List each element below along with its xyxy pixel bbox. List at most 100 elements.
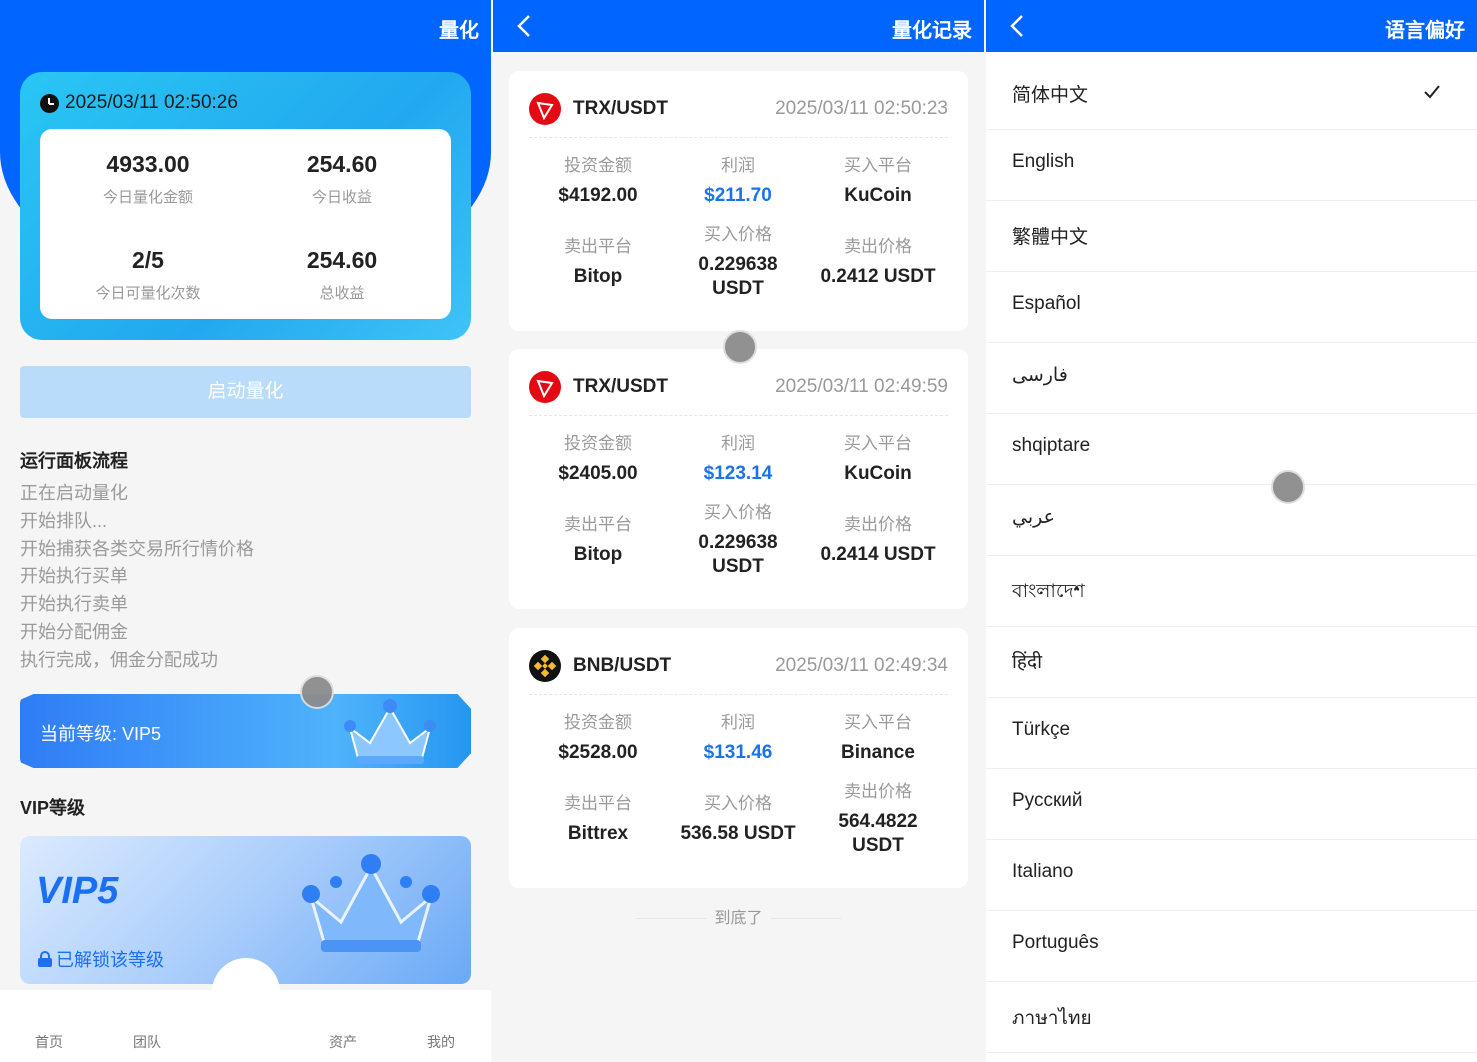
current-level-banner[interactable]: 当前等级: VIP5: [20, 694, 471, 768]
buy-platform-value: KuCoin: [844, 463, 912, 484]
language-item[interactable]: فارسی: [986, 343, 1477, 414]
invest-value: $2405.00: [558, 463, 638, 484]
sell-price-value: 564.4822 USDT: [838, 811, 918, 856]
buy-price-cell: 买入价格 0.229638 USDT: [678, 498, 798, 579]
record-time: 2025/03/11 02:49:34: [775, 655, 948, 676]
language-name: Русский: [1012, 790, 1083, 811]
buy-price-cell: 买入价格 0.229638 USDT: [678, 220, 798, 301]
record-pair: TRX/USDT: [573, 98, 668, 119]
sell-price-cell: 卖出价格 0.2412 USDT: [803, 232, 953, 289]
flow-step: 开始执行买单: [20, 566, 128, 587]
buy-price-cell: 买入价格 536.58 USDT: [663, 789, 813, 846]
sell-price-label: 卖出价格: [844, 515, 912, 534]
header: 语言偏好: [986, 0, 1477, 52]
bnb-icon: [529, 650, 561, 682]
invest-cell: 投资金额 $4192.00: [523, 151, 673, 208]
record-header: TRX/USDT 2025/03/11 02:49:59: [529, 371, 948, 403]
language-item[interactable]: English: [986, 130, 1477, 201]
sell-platform-cell: 卖出平台 Bittrex: [523, 789, 673, 846]
divider: [529, 694, 948, 695]
language-item[interactable]: Русский: [986, 769, 1477, 840]
current-level-text: 当前等级: VIP5: [40, 724, 162, 744]
language-item[interactable]: 繁體中文: [986, 201, 1477, 272]
buy-platform-label: 买入平台: [844, 156, 912, 175]
stats-panel: 4933.00 今日量化金额 254.60 今日收益 2/5 今日可量化次数 2…: [40, 129, 451, 319]
language-name: ภาษาไทย: [1012, 1008, 1092, 1029]
list-end-text: 到底了: [493, 904, 984, 928]
flow-title: 运行面板流程: [20, 451, 128, 471]
language-name: فارسی: [1012, 365, 1068, 386]
end-label: 到底了: [714, 910, 763, 927]
header: 量化记录: [493, 0, 984, 52]
sell-platform-label: 卖出平台: [564, 794, 632, 813]
touch-indicator: [723, 330, 757, 364]
buy-platform-label: 买入平台: [844, 713, 912, 732]
sell-platform-value: Bitop: [573, 544, 623, 565]
back-arrow-icon[interactable]: [1006, 12, 1030, 40]
header: 量化: [0, 0, 491, 52]
tab-team[interactable]: 团队: [117, 1032, 177, 1052]
language-item[interactable]: shqiptare: [986, 414, 1477, 485]
language-item[interactable]: 简体中文: [986, 59, 1477, 130]
center-tab-button[interactable]: [212, 958, 280, 1026]
tab-assets[interactable]: 资产: [313, 1032, 373, 1052]
language-name: Italiano: [1012, 861, 1074, 882]
sell-price-label: 卖出价格: [844, 782, 912, 801]
profit-label: 利润: [721, 434, 755, 453]
buy-price-label: 买入价格: [704, 503, 772, 522]
flow-step: 开始分配佣金: [20, 621, 128, 642]
language-item[interactable]: বাংলাদেশ: [986, 556, 1477, 627]
sell-price-cell: 卖出价格 0.2414 USDT: [803, 510, 953, 567]
stat-label: 总收益: [319, 285, 365, 302]
invest-value: $4192.00: [558, 185, 638, 206]
tab-home[interactable]: 首页: [19, 1032, 79, 1052]
sell-platform-cell: 卖出平台 Bitop: [523, 510, 673, 567]
page-title: 量化记录: [892, 20, 972, 42]
check-icon: [1424, 85, 1440, 99]
language-item[interactable]: हिंदी: [986, 627, 1477, 698]
language-item[interactable]: Italiano: [986, 840, 1477, 911]
sell-price-label: 卖出价格: [844, 237, 912, 256]
language-item[interactable]: ภาษาไทย: [986, 982, 1477, 1053]
buy-price-label: 买入价格: [704, 225, 772, 244]
tron-icon: [529, 371, 561, 403]
record-time: 2025/03/11 02:50:23: [775, 98, 948, 119]
language-name: বাংলাদেশ: [1012, 581, 1085, 602]
profit-label: 利润: [721, 713, 755, 732]
buy-platform-cell: 买入平台 KuCoin: [803, 151, 953, 208]
record-card[interactable]: BNB/USDT 2025/03/11 02:49:34 投资金额 $2528.…: [509, 628, 968, 888]
quant-records-screen: 量化记录 TRX/USDT 2025/03/11 02:50:23 投资金额 $…: [493, 0, 984, 1062]
stat-value: 254.60: [306, 247, 378, 273]
buy-price-value: 0.229638 USDT: [698, 532, 778, 577]
language-item[interactable]: Español: [986, 272, 1477, 343]
language-screen: 语言偏好 简体中文 English 繁體中文 Español فارسی shq…: [986, 0, 1477, 1062]
clock-icon: [40, 93, 59, 113]
language-name: عربي: [1012, 507, 1055, 528]
language-item[interactable]: Türkçe: [986, 698, 1477, 769]
sell-platform-label: 卖出平台: [564, 515, 632, 534]
record-header: BNB/USDT 2025/03/11 02:49:34: [529, 650, 948, 682]
record-card[interactable]: TRX/USDT 2025/03/11 02:49:59 投资金额 $2405.…: [509, 349, 968, 609]
page-title: 量化: [439, 20, 479, 42]
language-name: Türkçe: [1012, 719, 1071, 740]
language-name: Português: [1012, 932, 1099, 953]
record-pair: TRX/USDT: [573, 376, 668, 397]
sell-price-value: 0.2412 USDT: [820, 266, 936, 287]
invest-label: 投资金额: [564, 156, 632, 175]
sell-platform-cell: 卖出平台 Bitop: [523, 232, 673, 289]
start-quant-button[interactable]: 启动量化: [20, 366, 471, 418]
tab-mine[interactable]: 我的: [411, 1032, 471, 1052]
language-name: 简体中文: [1012, 85, 1089, 106]
profit-cell: 利润 $123.14: [663, 429, 813, 486]
buy-price-value: 0.229638 USDT: [698, 254, 778, 299]
buy-platform-label: 买入平台: [844, 434, 912, 453]
back-arrow-icon[interactable]: [513, 12, 537, 40]
language-name: हिंदी: [1012, 652, 1043, 673]
buy-platform-value: KuCoin: [844, 185, 912, 206]
flow-step: 开始执行卖单: [20, 594, 128, 615]
record-card[interactable]: TRX/USDT 2025/03/11 02:50:23 投资金额 $4192.…: [509, 71, 968, 331]
language-item[interactable]: Português: [986, 911, 1477, 982]
stats-card: 2025/03/11 02:50:26 4933.00 今日量化金额 254.6…: [20, 72, 471, 340]
language-item[interactable]: عربي: [986, 485, 1477, 556]
invest-label: 投资金额: [564, 434, 632, 453]
